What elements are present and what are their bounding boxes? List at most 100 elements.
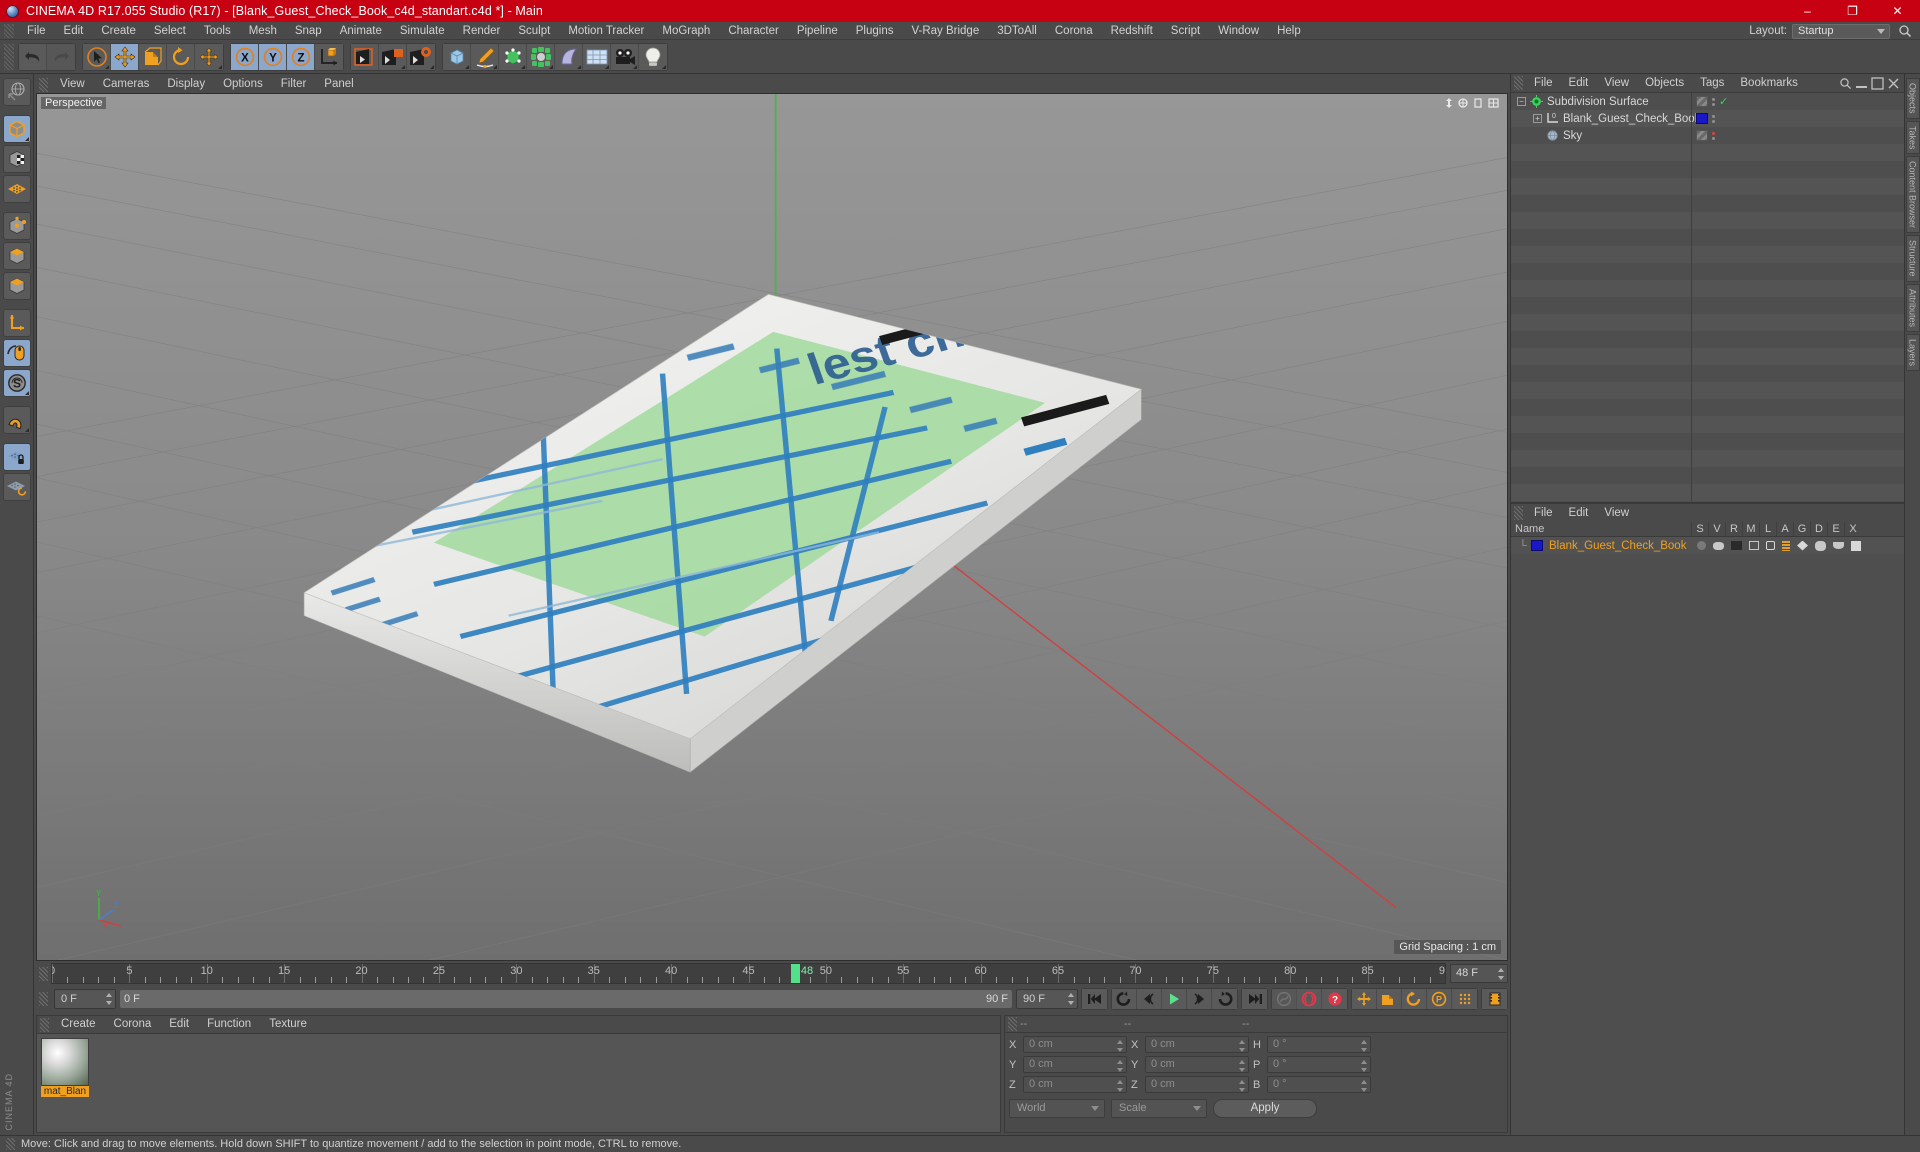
- position-z-field[interactable]: 0 cm: [1023, 1076, 1127, 1093]
- environment-icon[interactable]: [583, 43, 611, 70]
- menu-edit[interactable]: Edit: [55, 22, 93, 40]
- material-tag-icon[interactable]: [1696, 113, 1708, 124]
- menu-v-ray-bridge[interactable]: V-Ray Bridge: [902, 22, 988, 40]
- layout-dropdown[interactable]: Startup: [1792, 23, 1890, 39]
- end-frame-field[interactable]: 90 F: [1016, 989, 1078, 1009]
- render-settings-icon[interactable]: [407, 43, 435, 70]
- layer-menu-view[interactable]: View: [1596, 504, 1637, 522]
- polygon-mode-icon[interactable]: [2, 175, 31, 203]
- size-y-field[interactable]: 0 cm: [1145, 1056, 1249, 1073]
- timeline-end-frame-field[interactable]: 48 F: [1450, 964, 1508, 983]
- viewport-menu-panel[interactable]: Panel: [315, 76, 362, 93]
- layer-toggles[interactable]: [1697, 540, 1861, 551]
- scale-key-icon[interactable]: [1377, 989, 1402, 1009]
- spinner-icon[interactable]: [1117, 1080, 1123, 1092]
- enable-axis-icon[interactable]: [2, 339, 31, 367]
- menu-mograph[interactable]: MoGraph: [653, 22, 719, 40]
- search-icon[interactable]: [1898, 24, 1912, 38]
- nurbs-icon[interactable]: [555, 43, 583, 70]
- playback-range-bar[interactable]: 0 F 90 F: [119, 989, 1013, 1009]
- model-mode-icon[interactable]: [2, 115, 31, 143]
- menu-help[interactable]: Help: [1268, 22, 1310, 40]
- perspective-viewport[interactable]: lest che Perspective Grid Spacing: 1 cm…: [36, 93, 1508, 961]
- spinner-icon[interactable]: [1361, 1040, 1367, 1052]
- visibility-dots-icon[interactable]: [1712, 114, 1715, 123]
- material-menu-edit[interactable]: Edit: [160, 1016, 198, 1033]
- viewport-menu-display[interactable]: Display: [158, 76, 214, 93]
- object-row[interactable]: +0 Blank_Guest_Check_Book: [1511, 110, 1904, 127]
- spinner-icon[interactable]: [1361, 1060, 1367, 1072]
- spinner-icon[interactable]: [1117, 1040, 1123, 1052]
- step-forward-icon[interactable]: [1187, 989, 1212, 1009]
- move-tool-icon[interactable]: [195, 43, 223, 70]
- magnet-icon[interactable]: [2, 406, 31, 434]
- position-y-field[interactable]: 0 cm: [1023, 1056, 1127, 1073]
- world-coord-icon[interactable]: [315, 43, 343, 70]
- spinner-icon[interactable]: [1239, 1040, 1245, 1052]
- menu-sculpt[interactable]: Sculpt: [509, 22, 559, 40]
- menu-motion-tracker[interactable]: Motion Tracker: [559, 22, 653, 40]
- undo-view-icon[interactable]: [2, 78, 31, 106]
- viewport-nav-icons[interactable]: [1443, 96, 1503, 110]
- menu-file[interactable]: File: [18, 22, 55, 40]
- minimize-button[interactable]: –: [1785, 0, 1830, 22]
- point-mode-icon[interactable]: [2, 212, 31, 240]
- viewport-menu-cameras[interactable]: Cameras: [94, 76, 159, 93]
- material-manager-grip[interactable]: [40, 1017, 49, 1032]
- vertical-tab-takes[interactable]: Takes: [1905, 120, 1920, 155]
- minimize-panel-icon[interactable]: [1855, 77, 1868, 90]
- layer-manager-grip[interactable]: [1514, 506, 1523, 520]
- play-backwards-loop-icon[interactable]: [1112, 989, 1137, 1009]
- tree-expander[interactable]: +: [1533, 114, 1542, 123]
- axis-modify-icon[interactable]: [2, 309, 31, 337]
- vertical-tab-layers[interactable]: Layers: [1905, 333, 1920, 371]
- loop-icon[interactable]: [1212, 989, 1237, 1009]
- spinner-icon[interactable]: [1498, 968, 1504, 980]
- visibility-dots-icon[interactable]: [1712, 131, 1715, 140]
- enable-check-icon[interactable]: ✓: [1719, 95, 1728, 108]
- timeline-filmstrip-icon[interactable]: [1482, 989, 1507, 1009]
- texture-mode-icon[interactable]: [2, 145, 31, 173]
- autokey-icon[interactable]: [1272, 989, 1297, 1009]
- timeline-grip[interactable]: [39, 966, 48, 981]
- spinner-icon[interactable]: [1117, 1060, 1123, 1072]
- spinner-icon[interactable]: [1361, 1080, 1367, 1092]
- object-menu-file[interactable]: File: [1526, 74, 1561, 92]
- vertical-tab-objects[interactable]: Objects: [1905, 78, 1920, 119]
- menu-character[interactable]: Character: [719, 22, 788, 40]
- position-key-icon[interactable]: [1352, 989, 1377, 1009]
- close-button[interactable]: ✕: [1875, 0, 1920, 22]
- menu-mesh[interactable]: Mesh: [240, 22, 286, 40]
- maximize-panel-icon[interactable]: [1871, 76, 1884, 90]
- layer-menu-edit[interactable]: Edit: [1561, 504, 1597, 522]
- keyframe-selection-icon[interactable]: ?: [1322, 989, 1347, 1009]
- object-menu-objects[interactable]: Objects: [1637, 74, 1692, 92]
- object-row[interactable]: Sky: [1511, 127, 1904, 144]
- menu-window[interactable]: Window: [1209, 22, 1268, 40]
- transport-grip[interactable]: [39, 992, 48, 1006]
- menu-grip[interactable]: [4, 23, 14, 38]
- menu-create[interactable]: Create: [92, 22, 145, 40]
- layer-color-swatch[interactable]: [1531, 540, 1543, 551]
- size-z-field[interactable]: 0 cm: [1145, 1076, 1249, 1093]
- tree-expander[interactable]: −: [1517, 97, 1526, 106]
- spinner-icon[interactable]: [106, 993, 112, 1005]
- close-panel-icon[interactable]: [1887, 77, 1900, 90]
- material-menu-corona[interactable]: Corona: [105, 1016, 161, 1033]
- layer-menu-file[interactable]: File: [1526, 504, 1561, 522]
- timeline-playhead[interactable]: [790, 964, 800, 983]
- cube-primitive-icon[interactable]: [443, 43, 471, 70]
- menu-tools[interactable]: Tools: [195, 22, 240, 40]
- material-list[interactable]: mat_Blan: [37, 1033, 1000, 1132]
- move-icon[interactable]: [111, 43, 139, 70]
- scale-icon[interactable]: [139, 43, 167, 70]
- scale-snap-icon[interactable]: S: [2, 369, 31, 397]
- light-icon[interactable]: [639, 43, 667, 70]
- step-back-icon[interactable]: [1137, 989, 1162, 1009]
- viewport-menu-view[interactable]: View: [51, 76, 94, 93]
- spinner-icon[interactable]: [1239, 1060, 1245, 1072]
- camera-icon[interactable]: [611, 43, 639, 70]
- vertical-tab-content-browser[interactable]: Content Browser: [1905, 156, 1920, 234]
- pla-key-icon[interactable]: [1452, 989, 1477, 1009]
- render-picture-viewer-icon[interactable]: [379, 43, 407, 70]
